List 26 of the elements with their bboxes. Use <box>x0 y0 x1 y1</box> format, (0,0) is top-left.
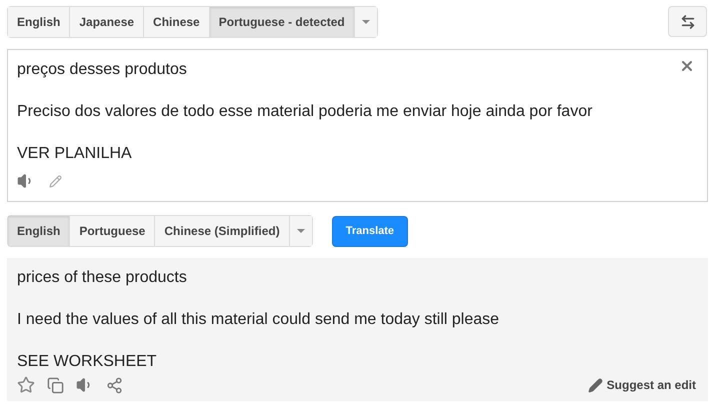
suggest-edit-link[interactable]: Suggest an edit <box>588 376 696 394</box>
language-tab[interactable]: English <box>8 7 70 37</box>
source-text-line: preços desses produtos <box>17 60 187 80</box>
translated-text-line: I need the values of all this material could send me today still please <box>17 310 500 330</box>
caret-icon <box>296 229 305 233</box>
language-tab[interactable]: Portuguese - detected <box>210 7 355 37</box>
swap-icon <box>680 14 696 30</box>
language-tab[interactable]: English <box>8 216 70 246</box>
language-dropdown[interactable] <box>354 7 377 37</box>
language-tab[interactable]: Chinese (Simplified) <box>155 216 290 246</box>
close-icon[interactable] <box>679 58 695 74</box>
pencil-icon[interactable] <box>49 174 62 188</box>
swap-languages-button[interactable] <box>668 6 707 37</box>
language-tab[interactable]: Japanese <box>70 7 144 37</box>
copy-icon[interactable] <box>47 376 64 394</box>
pencil-icon <box>588 378 603 392</box>
share-icon[interactable] <box>106 376 123 394</box>
source-text-line: Preciso dos valores de todo esse material poderia me enviar hoje ainda por favor <box>17 102 592 122</box>
source-text-line: VER PLANILHA <box>17 144 132 164</box>
language-tab[interactable]: Portuguese <box>70 216 156 246</box>
caret-icon <box>362 20 370 24</box>
translated-text-line: SEE WORKSHEET <box>17 352 157 372</box>
star-icon[interactable] <box>17 376 35 394</box>
language-tab[interactable]: Chinese <box>144 7 210 37</box>
translated-text-line: prices of these products <box>17 268 187 288</box>
language-dropdown[interactable] <box>290 216 312 246</box>
